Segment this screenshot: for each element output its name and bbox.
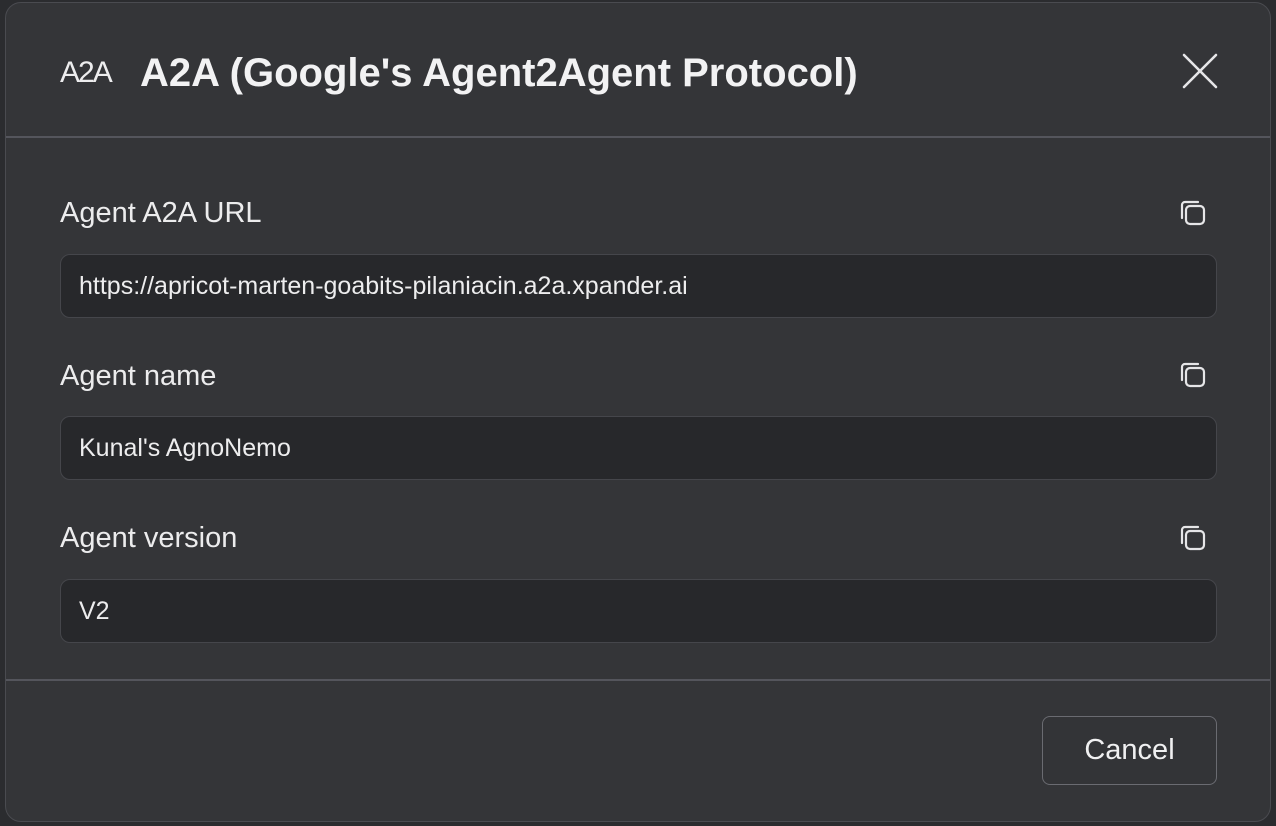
- copy-icon: [1180, 362, 1206, 388]
- close-icon: [1182, 53, 1218, 89]
- copy-agent-version-button[interactable]: [1176, 521, 1210, 555]
- dialog-title: A2A (Google's Agent2Agent Protocol): [140, 51, 858, 95]
- a2a-logo: A2A: [60, 56, 113, 89]
- copy-agent-url-button[interactable]: [1176, 196, 1210, 230]
- cancel-button[interactable]: Cancel: [1042, 716, 1217, 785]
- footer-divider: [6, 679, 1270, 681]
- agent-url-label: Agent A2A URL: [60, 197, 262, 229]
- agent-version-field[interactable]: V2: [60, 579, 1217, 643]
- agent-version-label: Agent version: [60, 522, 238, 554]
- dialog-header: A2A A2A (Google's Agent2Agent Protocol): [6, 3, 1270, 138]
- agent-url-field[interactable]: https://apricot-marten-goabits-pilaniaci…: [60, 254, 1217, 318]
- close-button[interactable]: [1178, 49, 1222, 93]
- agent-name-label: Agent name: [60, 360, 217, 392]
- agent-name-field[interactable]: Kunal's AgnoNemo: [60, 416, 1217, 480]
- a2a-dialog: A2A A2A (Google's Agent2Agent Protocol) …: [5, 2, 1271, 822]
- copy-icon: [1180, 200, 1206, 226]
- copy-agent-name-button[interactable]: [1176, 358, 1210, 392]
- copy-icon: [1180, 525, 1206, 551]
